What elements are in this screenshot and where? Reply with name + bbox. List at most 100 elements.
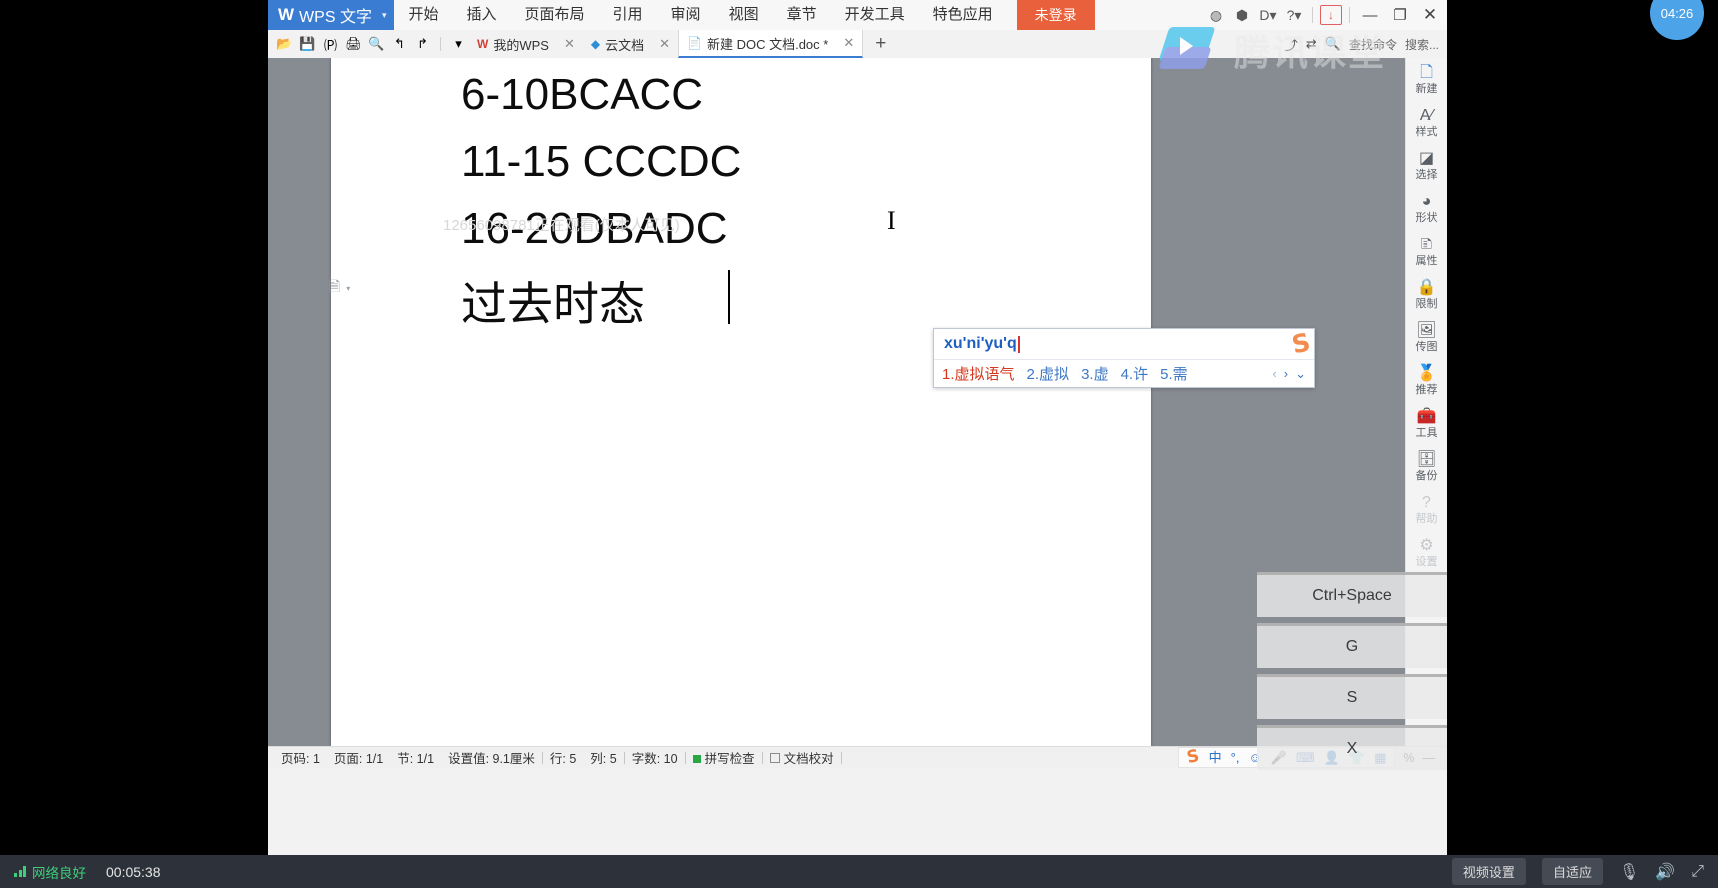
tab-new-doc[interactable]: 📄 新建 DOC 文档.doc * ✕ <box>678 30 864 58</box>
task-pane-label: 新建 <box>1415 83 1438 95</box>
status-spell-check[interactable]: 拼写检查 <box>686 748 762 767</box>
fit-mode-button[interactable]: 自适应 <box>1541 858 1603 885</box>
menu-item-developer-tools[interactable]: 开发工具 <box>831 0 919 30</box>
keypress-overlay: Ctrl+Space G S X <box>1257 572 1447 770</box>
ime-candidate-text: 虚拟语气 <box>954 366 1015 383</box>
new-tab-button[interactable]: + <box>863 30 898 58</box>
print-button[interactable]: 🖨 <box>343 33 364 55</box>
docer-icon[interactable]: D▾ <box>1255 0 1281 30</box>
divider <box>1312 7 1313 23</box>
menu-item-start[interactable]: 开始 <box>394 0 452 30</box>
tab-my-wps[interactable]: W 我的WPS ✕ <box>469 30 583 58</box>
task-pane-item-select[interactable]: ◪ 选择 <box>1406 150 1448 182</box>
sogou-logo-icon: S <box>1289 327 1313 360</box>
shape-icon: ◕ <box>1421 193 1432 210</box>
tab-cloud-docs[interactable]: ◆ 云文档 ✕ <box>583 30 678 58</box>
restrict-icon: 🔒 <box>1416 279 1437 296</box>
task-pane-item-upload-image[interactable]: 🖼 传图 <box>1406 322 1448 354</box>
menu-item-references[interactable]: 引用 <box>599 0 657 30</box>
tab-bar: 📂 💾 🄟 🖨 🔍 ↰ ↱ ▾ W 我的WPS ✕ ◆ 云文档 ✕ 📄 新建 D… <box>268 30 1447 59</box>
quick-access-more-icon[interactable]: ▾ <box>448 33 469 55</box>
divider <box>1349 7 1350 23</box>
ime-candidate-1[interactable]: 1.虚拟语气 <box>942 363 1015 384</box>
menu-item-review[interactable]: 审阅 <box>657 0 715 30</box>
video-settings-button[interactable]: 视频设置 <box>1451 858 1526 885</box>
punctuation-icon[interactable]: °, <box>1231 751 1240 764</box>
tab-label: 新建 DOC 文档.doc * <box>706 36 829 52</box>
search-input[interactable]: 搜索... <box>1405 36 1439 53</box>
globe-icon[interactable]: ◍ <box>1203 0 1229 30</box>
restore-button[interactable]: ❐ <box>1385 0 1415 30</box>
status-page-count: 页面: 1/1 <box>333 752 384 766</box>
search-command-label[interactable]: 查找命令 <box>1349 36 1397 53</box>
help-icon[interactable]: ?▾ <box>1281 0 1307 30</box>
shield-icon[interactable]: ⬢ <box>1229 0 1255 30</box>
prev-page-icon[interactable]: ‹ <box>1272 366 1276 381</box>
ime-candidate-3[interactable]: 3.虚 <box>1081 363 1109 384</box>
menu-item-view[interactable]: 视图 <box>715 0 773 30</box>
ime-candidate-4[interactable]: 4.许 <box>1121 363 1149 384</box>
status-page-number: 页码: 1 <box>281 752 320 766</box>
task-pane-item-backup[interactable]: 🗄 备份 <box>1406 451 1448 483</box>
status-doc-proofread[interactable]: 文档校对 <box>763 748 841 767</box>
ime-candidate-index: 4. <box>1120 366 1134 383</box>
app-title-badge[interactable]: W WPS 文字 ▾ <box>268 0 395 30</box>
next-page-icon[interactable]: › <box>1284 366 1288 381</box>
menu-item-page-layout[interactable]: 页面布局 <box>511 0 599 30</box>
key-indicator: G <box>1257 623 1447 668</box>
undo-button[interactable]: ↰ <box>389 33 410 55</box>
document-page[interactable]: 6-10BCACC 11-15 CCCDC 16-20DBADC 过去时态 12… <box>329 58 1151 746</box>
task-pane-item-tools[interactable]: 🧰 工具 <box>1406 408 1448 440</box>
task-pane-item-styles[interactable]: A⁄ 样式 <box>1406 107 1448 139</box>
status-column: 列: 5 <box>590 752 617 766</box>
search-command-icon[interactable]: 🔍 <box>1325 36 1341 52</box>
share-icon[interactable]: ⤴ <box>1285 35 1298 54</box>
ime-candidate-5[interactable]: 5.需 <box>1160 363 1188 384</box>
chevron-down-icon[interactable]: ▾ <box>346 284 350 293</box>
help-circle-icon: ? <box>1422 494 1431 511</box>
task-pane-item-restrict[interactable]: 🔒 限制 <box>1406 279 1448 311</box>
save-button[interactable]: 💾 <box>297 33 318 55</box>
styles-icon: A⁄ <box>1419 107 1434 124</box>
ime-candidate-popup[interactable]: xu'ni'yu'q S 1.虚拟语气 2.虚拟 3.虚 4.许 5.需 ‹ ›… <box>933 327 1315 388</box>
task-pane-item-recommend[interactable]: 🏅 推荐 <box>1406 365 1448 397</box>
speaker-icon[interactable]: 🔊 <box>1655 862 1675 882</box>
task-pane-item-shape[interactable]: ◕ 形状 <box>1406 193 1448 225</box>
paragraph-marker[interactable]: 🗎 ▾ <box>329 276 350 300</box>
open-button[interactable]: 📂 <box>274 33 295 55</box>
menu-item-featured-apps[interactable]: 特色应用 <box>919 0 1007 30</box>
task-pane-item-settings[interactable]: ⚙ 设置 <box>1406 537 1448 569</box>
close-icon[interactable]: ✕ <box>659 36 670 52</box>
key-indicator: S <box>1257 674 1447 719</box>
menu-item-section[interactable]: 章节 <box>773 0 831 30</box>
screen-root: W WPS 文字 ▾ 开始 插入 页面布局 引用 审阅 视图 章节 开发工具 特… <box>0 0 1718 888</box>
ime-candidate-2[interactable]: 2.虚拟 <box>1027 363 1070 384</box>
task-pane-label: 限制 <box>1415 298 1438 310</box>
status-spell-check-label: 拼写检查 <box>704 752 755 766</box>
task-pane-item-new[interactable]: 🗋 新建 <box>1406 64 1448 96</box>
login-button[interactable]: 未登录 <box>1016 0 1095 30</box>
task-pane-label: 推荐 <box>1415 384 1438 396</box>
export-pdf-button[interactable]: 🄟 <box>320 33 341 55</box>
close-icon[interactable]: ✕ <box>843 35 854 51</box>
chinese-mode-icon[interactable]: 中 <box>1209 751 1222 764</box>
task-pane-item-help[interactable]: ? 帮助 <box>1406 494 1448 526</box>
print-preview-button[interactable]: 🔍 <box>366 33 387 55</box>
doc-line-1: 6-10BCACC <box>461 70 704 119</box>
download-icon-wrap[interactable]: ↓ <box>1318 0 1344 30</box>
spell-check-indicator-icon <box>692 755 701 763</box>
sogou-logo-icon[interactable]: S <box>1185 746 1201 768</box>
ime-input-row[interactable]: xu'ni'yu'q S <box>934 327 1314 360</box>
minimize-button[interactable]: — <box>1355 0 1385 30</box>
close-icon[interactable]: ✕ <box>564 36 575 52</box>
task-pane-item-properties[interactable]: 🗈 属性 <box>1406 236 1448 268</box>
status-doc-proofread-label: 文档校对 <box>783 752 834 766</box>
expand-icon[interactable]: ⌄ <box>1295 366 1306 382</box>
chevron-down-icon[interactable]: ▾ <box>382 10 387 21</box>
close-button[interactable]: ✕ <box>1415 0 1445 30</box>
mic-muted-icon[interactable]: 🎙 <box>1619 862 1639 882</box>
redo-button[interactable]: ↱ <box>412 33 433 55</box>
collaborate-icon[interactable]: ⇄ <box>1306 36 1317 52</box>
exit-fullscreen-icon[interactable]: ⤢ <box>1691 863 1704 881</box>
menu-item-insert[interactable]: 插入 <box>453 0 511 30</box>
